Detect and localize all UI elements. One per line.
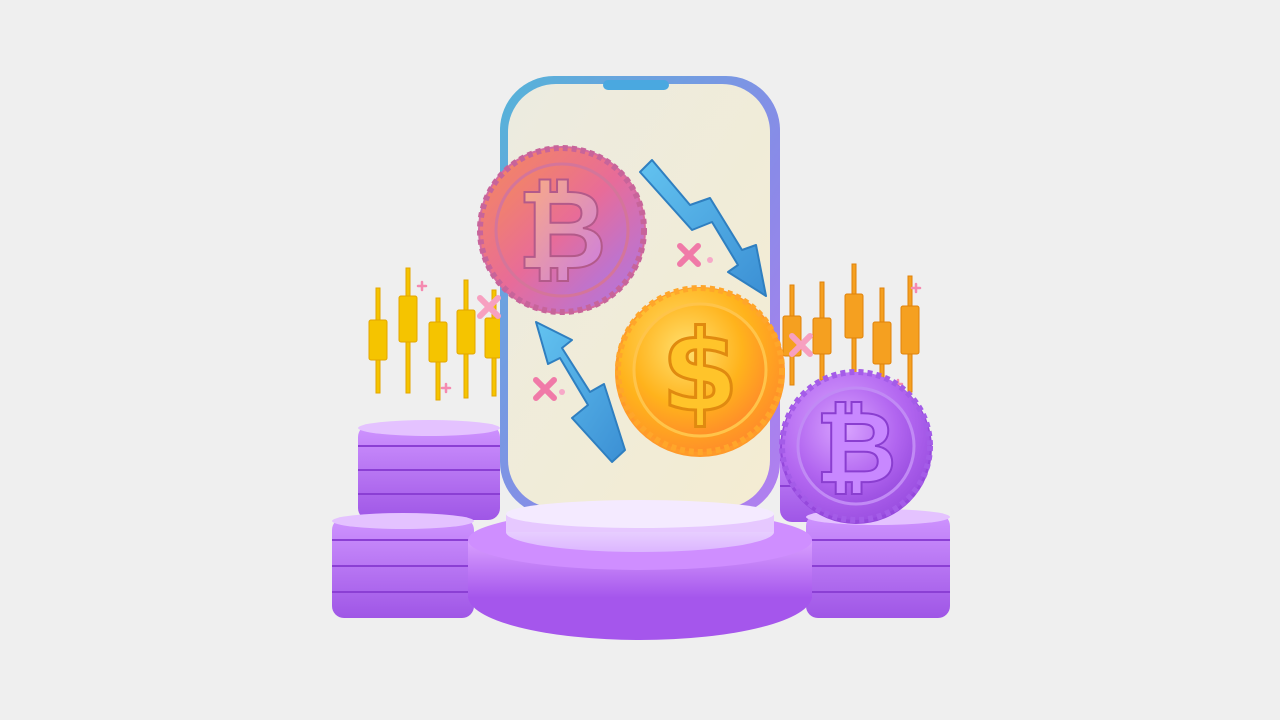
bitcoin-symbol-icon: ₿ — [517, 166, 607, 294]
bitcoin-symbol-icon: ₿ — [815, 389, 897, 506]
coin-stack-left-upper — [358, 420, 500, 520]
candlesticks-left — [368, 267, 502, 401]
dollar-symbol-icon: $ — [661, 307, 739, 437]
bitcoin-coin-gradient: ₿ — [477, 145, 647, 315]
bitcoin-coin-purple: ₿ — [779, 369, 933, 524]
pedestal — [468, 500, 812, 640]
phone-notch — [603, 80, 669, 90]
coin-stack-left-lower — [332, 513, 474, 618]
dollar-coin: $ — [615, 285, 785, 457]
crypto-illustration: ₿ $ ₿ — [332, 76, 950, 640]
coin-stack-right-lower — [806, 509, 950, 618]
